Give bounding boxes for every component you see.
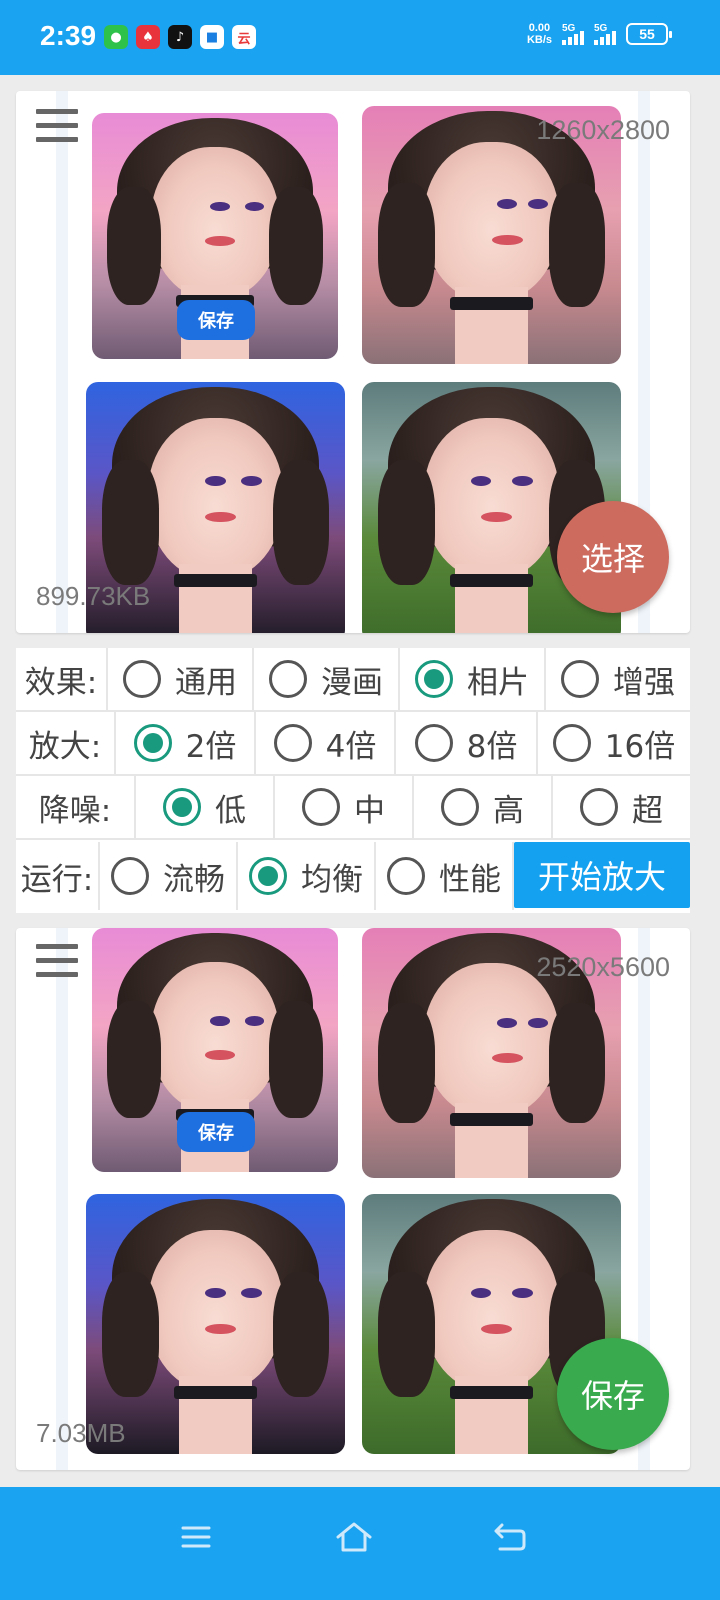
radio-icon[interactable] xyxy=(387,857,425,895)
home-icon[interactable] xyxy=(324,1509,384,1565)
radio-icon[interactable] xyxy=(561,660,599,698)
card-background xyxy=(56,928,68,1470)
battery-level: 55 xyxy=(639,26,655,42)
denoise-option-low[interactable]: 低 xyxy=(136,776,275,838)
option-label: 性能 xyxy=(439,861,501,898)
save-result-button[interactable]: 保存 xyxy=(557,1338,669,1450)
signal-1-label: 5G xyxy=(562,23,576,34)
scale-option-4x[interactable]: 4倍 xyxy=(256,712,396,774)
run-option-performance[interactable]: 性能 xyxy=(376,842,514,910)
option-label: 4倍 xyxy=(325,728,377,765)
tiktok-icon: ♪ xyxy=(168,25,192,49)
option-label: 中 xyxy=(354,792,385,829)
signal-2-label: 5G xyxy=(594,23,608,34)
menu-icon[interactable] xyxy=(36,109,78,143)
effect-option-general[interactable]: 通用 xyxy=(108,648,254,710)
scale-option-8x[interactable]: 8倍 xyxy=(396,712,538,774)
denoise-label: 降噪: xyxy=(16,776,136,838)
input-file-size: 899.73KB xyxy=(36,581,151,611)
effect-option-photo[interactable]: 相片 xyxy=(400,648,546,710)
status-bar: 2:39 ● ♠ ♪ ■ 云 0.00 KB/s 5G 5G 55 xyxy=(0,0,720,75)
option-label: 流畅 xyxy=(163,861,225,898)
denoise-option-medium[interactable]: 中 xyxy=(275,776,414,838)
status-indicators: 0.00 KB/s 5G 5G 55 xyxy=(527,22,672,46)
option-label: 均衡 xyxy=(301,861,363,898)
select-image-button[interactable]: 选择 xyxy=(557,501,669,613)
radio-selected-icon[interactable] xyxy=(163,788,201,826)
radio-icon[interactable] xyxy=(111,857,149,895)
run-mode-label: 运行: xyxy=(16,842,100,910)
option-label: 漫画 xyxy=(321,664,383,701)
photo-save-chip[interactable]: 保存 xyxy=(177,300,255,340)
photo-save-chip[interactable]: 保存 xyxy=(177,1112,255,1152)
run-option-balanced[interactable]: 均衡 xyxy=(238,842,376,910)
menu-icon[interactable] xyxy=(36,944,78,978)
net-speed: 0.00 KB/s xyxy=(527,22,552,46)
option-label: 2倍 xyxy=(185,728,237,765)
effect-label: 效果: xyxy=(16,648,108,710)
radio-icon[interactable] xyxy=(414,724,453,762)
radio-icon[interactable] xyxy=(580,788,618,826)
denoise-option-ultra[interactable]: 超 xyxy=(553,776,690,838)
option-label: 通用 xyxy=(175,664,237,701)
option-label: 增强 xyxy=(613,664,675,701)
scale-label: 放大: xyxy=(16,712,116,774)
app-icon: ■ xyxy=(200,25,224,49)
run-mode-row: 运行: 流畅 均衡 性能 开始放大 xyxy=(16,842,690,912)
radio-selected-icon[interactable] xyxy=(133,724,172,762)
radio-icon[interactable] xyxy=(123,660,161,698)
game-app-icon: ♠ xyxy=(136,25,160,49)
radio-icon[interactable] xyxy=(441,788,479,826)
option-label: 超 xyxy=(632,792,663,829)
input-resolution: 1260x2800 xyxy=(536,115,670,145)
option-label: 16倍 xyxy=(604,728,676,765)
output-photo-3 xyxy=(86,1194,345,1454)
net-speed-unit: KB/s xyxy=(526,34,552,46)
scale-option-16x[interactable]: 16倍 xyxy=(538,712,690,774)
navigation-bar xyxy=(0,1487,720,1600)
net-speed-value: 0.00 xyxy=(528,22,551,34)
effect-option-enhance[interactable]: 增强 xyxy=(546,648,690,710)
start-upscale-button[interactable]: 开始放大 xyxy=(514,842,690,908)
scale-option-2x[interactable]: 2倍 xyxy=(116,712,256,774)
signal-icon-2: 5G xyxy=(594,23,616,45)
radio-icon[interactable] xyxy=(273,724,312,762)
scale-row: 放大: 2倍 4倍 8倍 16倍 xyxy=(16,712,690,776)
cloud-app-icon: 云 xyxy=(232,25,256,49)
option-label: 低 xyxy=(215,792,246,829)
notification-icons: ● ♠ ♪ ■ 云 xyxy=(104,25,256,49)
denoise-option-high[interactable]: 高 xyxy=(414,776,553,838)
menu-icon[interactable] xyxy=(166,1509,226,1565)
radio-selected-icon[interactable] xyxy=(249,857,287,895)
radio-icon[interactable] xyxy=(302,788,340,826)
radio-selected-icon[interactable] xyxy=(415,660,453,698)
output-file-size: 7.03MB xyxy=(36,1418,126,1448)
effect-option-comic[interactable]: 漫画 xyxy=(254,648,400,710)
option-label: 8倍 xyxy=(466,728,518,765)
back-icon[interactable] xyxy=(480,1509,540,1565)
options-panel: 效果: 通用 漫画 相片 增强 放大: 2倍 4倍 8倍 16倍 降噪: 低 中… xyxy=(16,648,690,913)
wechat-icon: ● xyxy=(104,25,128,49)
denoise-row: 降噪: 低 中 高 超 xyxy=(16,776,690,840)
option-label: 高 xyxy=(493,792,524,829)
run-option-smooth[interactable]: 流畅 xyxy=(100,842,238,910)
status-time: 2:39 xyxy=(40,20,97,51)
radio-icon[interactable] xyxy=(269,660,307,698)
option-label: 相片 xyxy=(467,664,529,701)
card-background xyxy=(56,91,68,633)
signal-icon: 5G xyxy=(562,23,584,45)
output-resolution: 2520x5600 xyxy=(536,952,670,982)
battery-icon: 55 xyxy=(626,23,672,45)
effect-row: 效果: 通用 漫画 相片 增强 xyxy=(16,648,690,712)
radio-icon[interactable] xyxy=(552,724,591,762)
